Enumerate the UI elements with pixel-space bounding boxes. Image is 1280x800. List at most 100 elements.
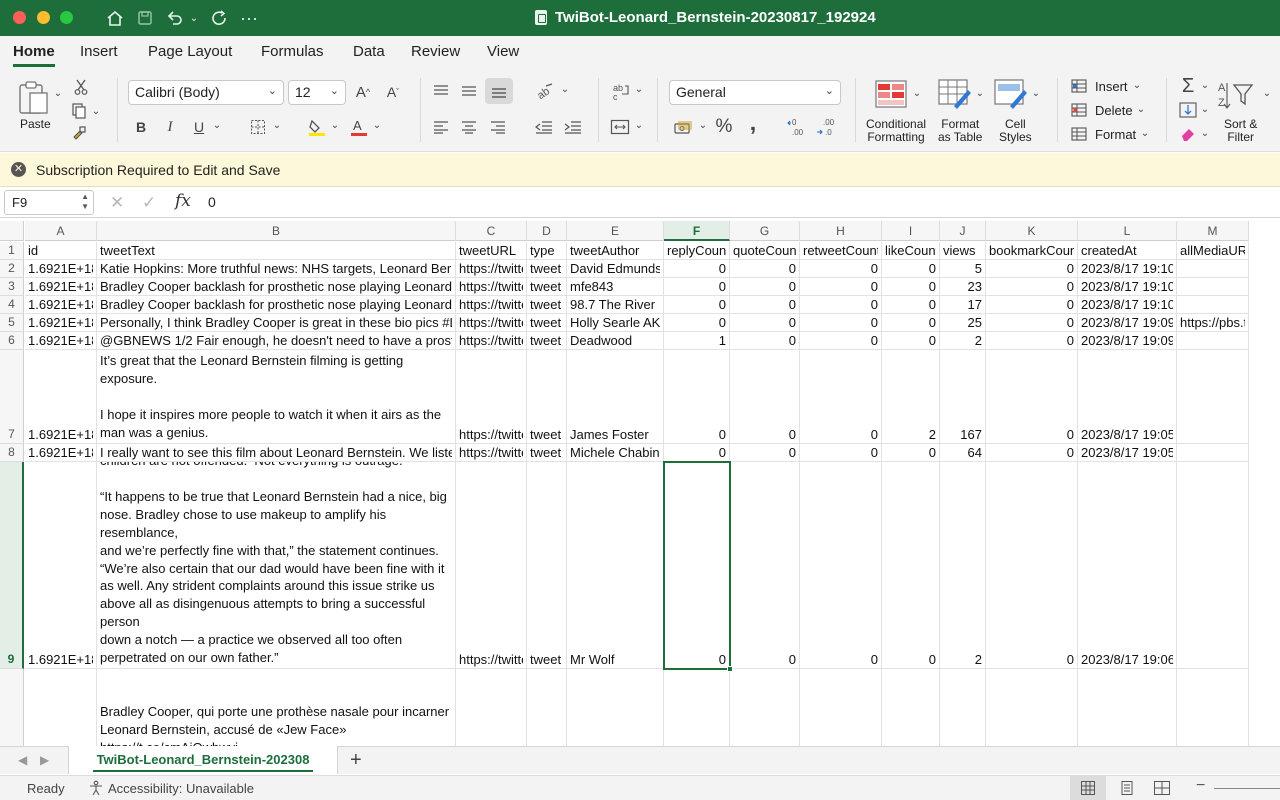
table-cell[interactable]: 0 [664,314,730,332]
zoom-window-button[interactable] [60,11,73,24]
format-painter-icon[interactable] [70,124,88,142]
table-cell[interactable]: 1.6921E+18 [25,278,97,296]
font-size-select[interactable]: 12 ⌄ [288,80,346,105]
table-cell[interactable]: https://twitter.com [456,332,527,350]
align-right-icon[interactable] [487,116,509,138]
table-cell[interactable]: 1.6921E+18 [25,332,97,350]
table-cell[interactable] [1177,350,1249,444]
insert-cells-label[interactable]: Insert [1095,80,1128,93]
number-format-select[interactable]: General ⌄ [669,80,841,105]
table-cell[interactable]: 0 [986,260,1078,278]
next-sheet-icon[interactable]: ▶ [40,753,49,767]
header-cell-tweetURL[interactable]: tweetURL [456,242,527,260]
conditional-formatting-label[interactable]: Conditional Formatting [866,118,926,144]
column-header-d[interactable]: D [527,221,567,241]
fill-icon[interactable] [1178,101,1198,119]
table-cell[interactable]: https://twitter.com [456,462,527,669]
table-cell[interactable]: 0 [800,332,882,350]
font-color-dropdown-chevron-icon[interactable]: ⌄ [372,120,382,131]
table-cell[interactable]: 23 [940,278,986,296]
header-cell-allMediaURL[interactable]: allMediaURL [1177,242,1249,260]
cut-icon[interactable] [72,78,90,96]
insert-dropdown-chevron-icon[interactable]: ⌄ [1132,80,1142,91]
table-cell[interactable]: 0 [986,462,1078,669]
table-cell[interactable]: https://twitter.com [456,314,527,332]
table-cell[interactable]: 2 [882,350,940,444]
column-header-b[interactable]: B [97,221,456,241]
undo-icon[interactable] [164,6,186,30]
table-cell[interactable]: 0 [730,260,800,278]
decrease-font-size-icon[interactable]: Aˇ [382,82,404,102]
table-cell[interactable]: tweet [527,260,567,278]
column-header-m[interactable]: M [1177,221,1249,241]
table-cell[interactable]: tweet [527,462,567,669]
delete-cells-label[interactable]: Delete [1095,104,1133,117]
column-header-l[interactable]: L [1078,221,1177,241]
table-cell[interactable] [1177,669,1249,746]
table-cell[interactable]: Bradley Cooper backlash for prosthetic n… [97,296,456,314]
sort-filter-dropdown-chevron-icon[interactable]: ⌄ [1262,88,1272,99]
table-cell[interactable]: tweet [527,314,567,332]
table-cell[interactable]: 64 [940,444,986,462]
header-cell-tweetAuthor[interactable]: tweetAuthor [567,242,664,260]
table-cell[interactable]: 0 [986,350,1078,444]
align-left-icon[interactable] [430,116,452,138]
table-cell[interactable] [1177,278,1249,296]
delete-cells-icon[interactable] [1070,102,1088,118]
conditional-formatting-icon[interactable] [874,78,908,110]
table-cell[interactable]: 1.6921E+18 [25,314,97,332]
percent-style-button[interactable]: % [713,116,735,138]
tab-formulas[interactable]: Formulas [261,43,324,60]
table-cell[interactable]: 2023/8/17 19:10 [1078,296,1177,314]
table-cell[interactable] [1177,462,1249,669]
column-header-c[interactable]: C [456,221,527,241]
tab-review[interactable]: Review [411,43,460,60]
column-header-a[interactable]: A [25,221,97,241]
decrease-decimal-icon[interactable]: .00.0 [815,116,839,138]
table-cell[interactable]: 2023/8/17 19:06 [1078,462,1177,669]
formula-input[interactable]: 0 [208,194,216,210]
row-header[interactable]: 4 [0,296,24,314]
column-header-k[interactable]: K [986,221,1078,241]
table-cell[interactable]: Mr Wolf [567,462,664,669]
format-dropdown-chevron-icon[interactable]: ⌄ [1140,128,1150,139]
undo-dropdown-chevron-icon[interactable]: ⌄ [188,6,200,30]
wrap-text-icon[interactable]: ab c [608,80,634,104]
table-cell[interactable] [986,669,1078,746]
table-cell[interactable]: 0 [730,278,800,296]
row-header[interactable] [0,669,24,746]
row-header[interactable]: 8 [0,444,24,462]
select-all-corner[interactable] [0,221,24,241]
table-cell[interactable]: https://twitter.com [456,350,527,444]
table-cell[interactable]: James Foster [567,350,664,444]
increase-font-size-icon[interactable]: A ^ [352,82,374,102]
table-cell[interactable]: 2023/8/17 19:09 [1078,332,1177,350]
table-cell[interactable]: 0 [664,278,730,296]
format-cells-label[interactable]: Format [1095,128,1136,141]
table-cell[interactable]: 0 [986,296,1078,314]
zoom-out-icon[interactable]: − [1196,777,1205,795]
table-cell[interactable]: 1.6921E+18 [25,462,97,669]
merge-dropdown-chevron-icon[interactable]: ⌄ [634,120,644,131]
table-cell[interactable]: 25 [940,314,986,332]
insert-cells-icon[interactable] [1070,78,1088,94]
table-cell[interactable]: 0 [800,296,882,314]
column-header-f[interactable]: F [664,221,730,241]
table-cell[interactable] [25,669,97,746]
save-icon[interactable] [134,6,156,30]
table-cell[interactable]: 0 [730,444,800,462]
table-cell[interactable]: 0 [664,260,730,278]
sheet-tab-active[interactable]: TwiBot-Leonard_Bernstein-202308 [68,746,338,774]
table-cell[interactable]: Holly Searle AKA [567,314,664,332]
table-cell[interactable] [882,669,940,746]
table-cell[interactable]: 0 [882,260,940,278]
table-cell[interactable] [1078,669,1177,746]
name-box-stepper-icon[interactable]: ▲ ▼ [81,192,89,212]
column-header-j[interactable]: J [940,221,986,241]
table-cell[interactable]: 0 [882,278,940,296]
table-cell[interactable]: Deadwood [567,332,664,350]
table-cell[interactable]: 0 [882,444,940,462]
header-cell-id[interactable]: id [25,242,97,260]
table-cell[interactable] [567,669,664,746]
row-header[interactable]: 9 [0,462,24,669]
